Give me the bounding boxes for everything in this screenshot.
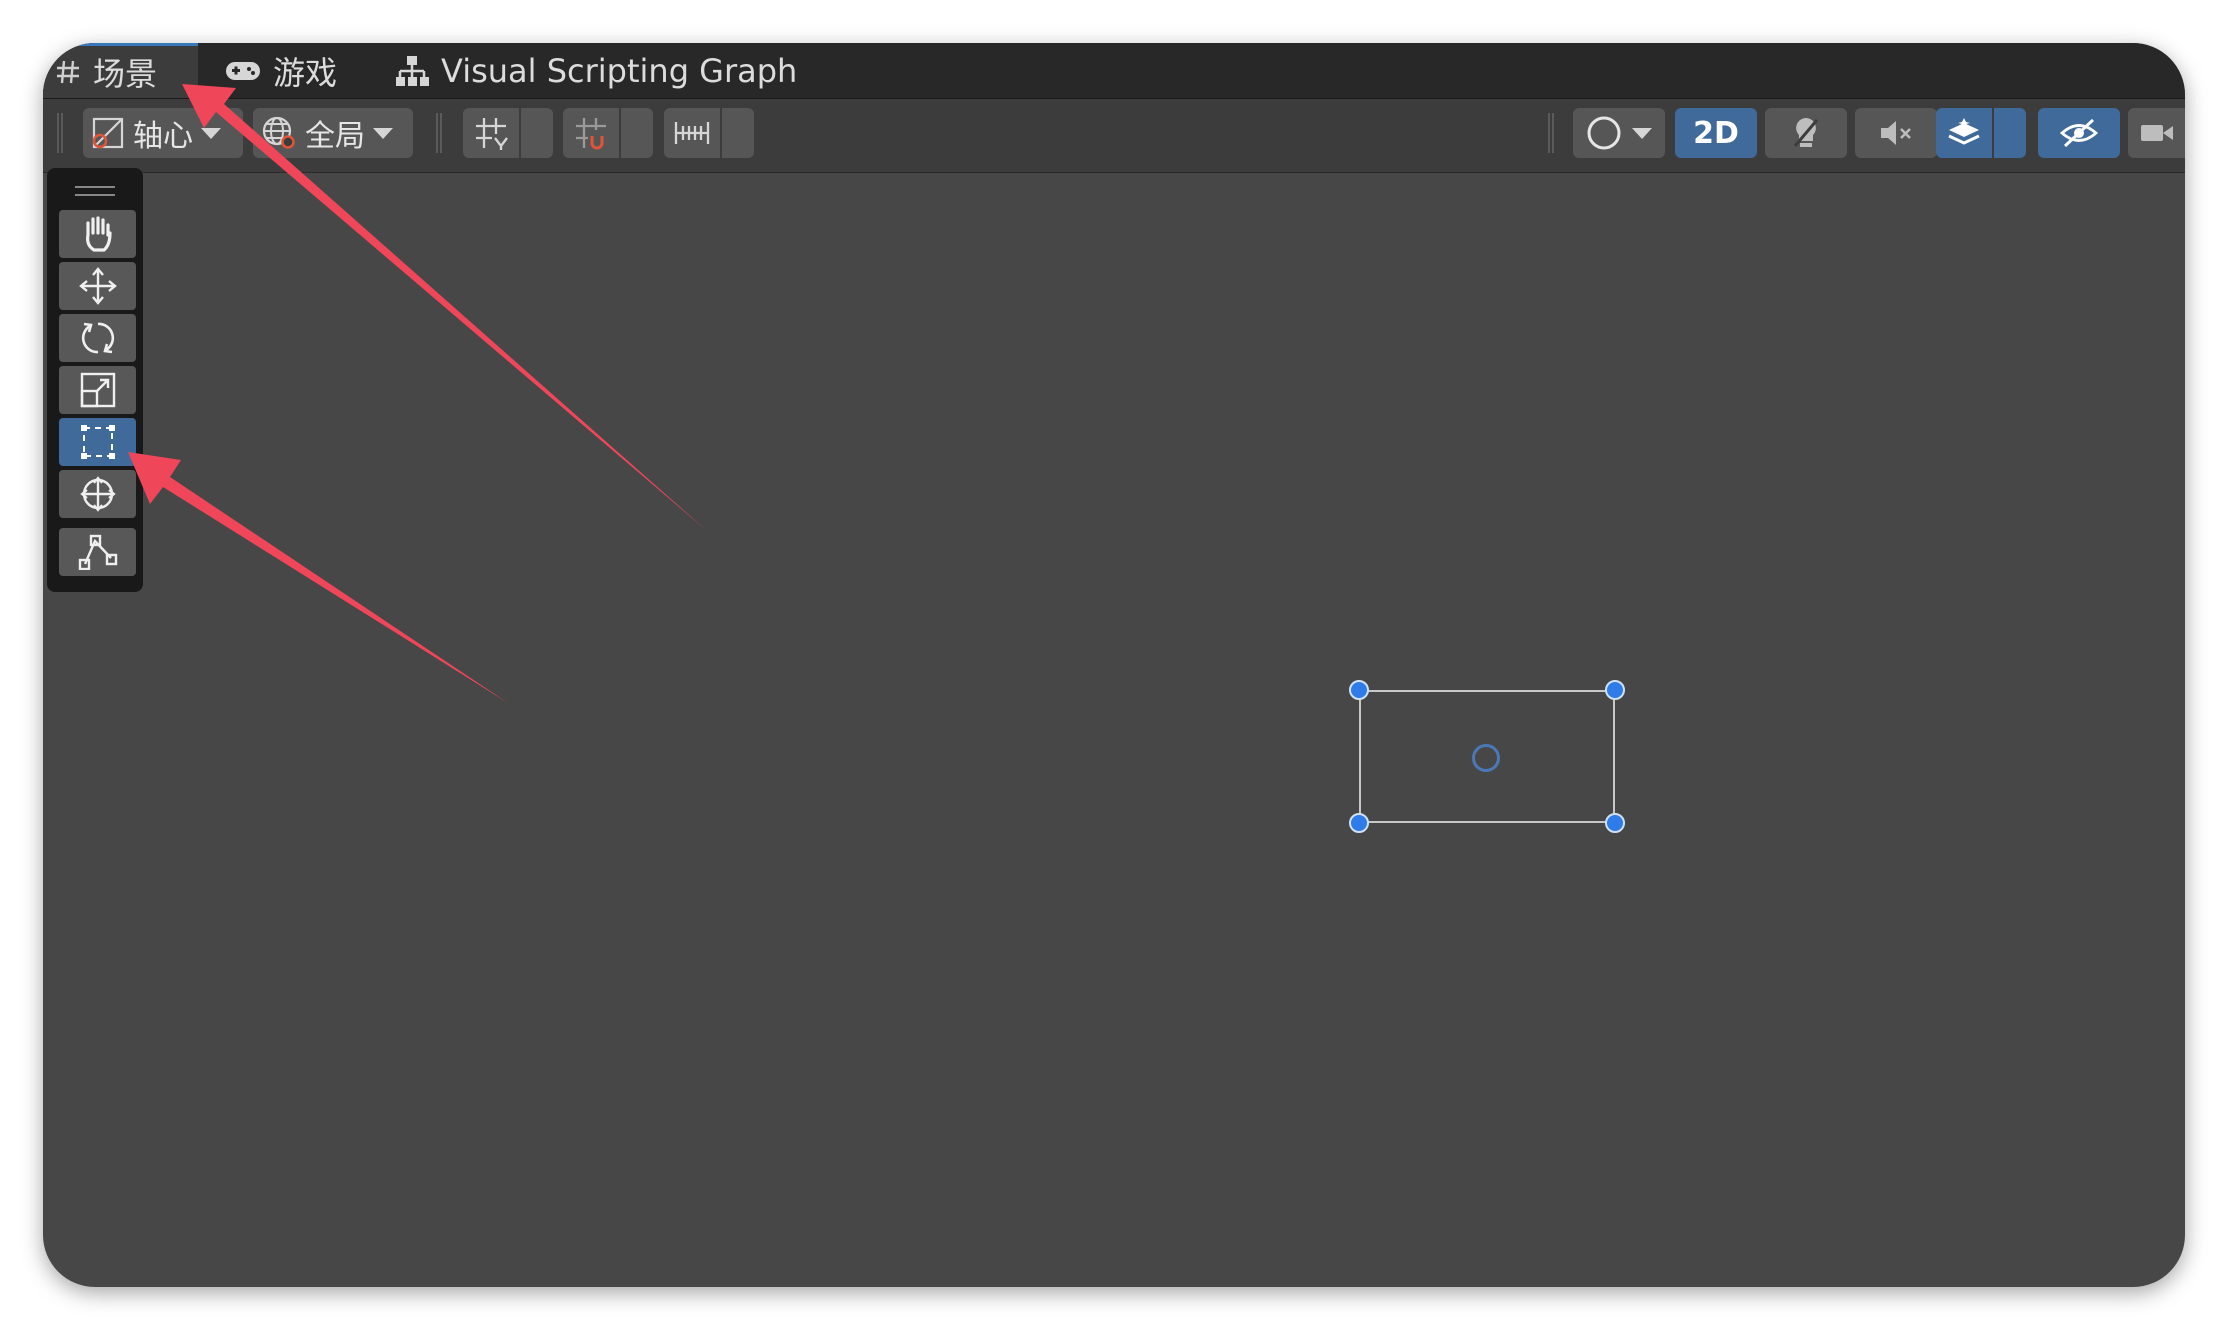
annotation-arrows [128,84,706,703]
annotation-arrow-to-scene-tab [182,84,706,530]
annotation-arrow-to-rect-tool [128,452,508,703]
